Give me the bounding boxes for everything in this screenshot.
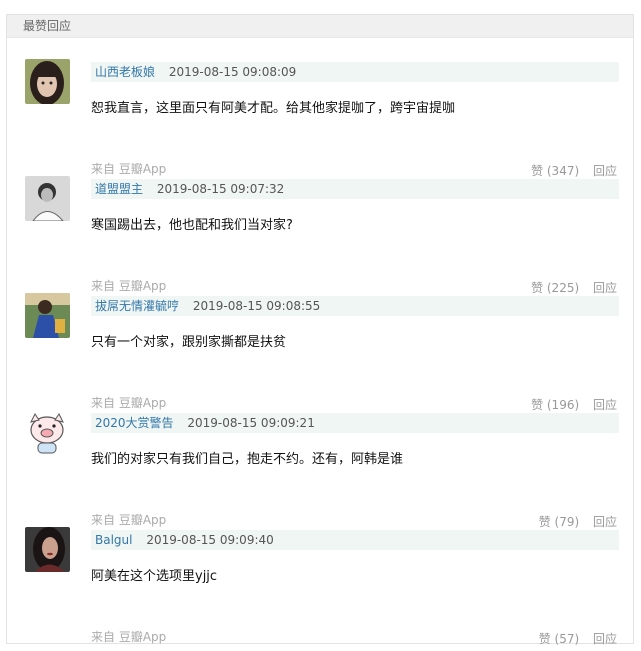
comment-meta: 道盟盟主 2019-08-15 09:07:32 xyxy=(91,179,619,199)
comment-source: 来自 豆瓣App xyxy=(91,162,167,176)
comment-source: 来自 豆瓣App xyxy=(91,513,167,527)
reply-button[interactable]: 回应 xyxy=(593,632,617,646)
avatar-girl-dark-hair-icon[interactable] xyxy=(25,59,70,104)
comment-time: 2019-08-15 09:08:55 xyxy=(192,299,321,313)
comment-time: 2019-08-15 09:09:21 xyxy=(187,416,315,430)
comment-author[interactable]: 拔屌无情灌毓哼 xyxy=(95,299,179,313)
comment-item: 2020大赏警告 2019-08-15 09:09:21 我们的对家只有我们自己… xyxy=(7,410,633,529)
comment-content: 阿美在这个选项里yjjc xyxy=(91,569,218,584)
comment-meta: 2020大赏警告 2019-08-15 09:09:21 xyxy=(91,413,619,433)
top-comments-panel: 最赞回应 山西老板娘 2019-08-15 09:08:09 恕我直言，这里面只… xyxy=(6,14,634,647)
comment-author[interactable]: 山西老板娘 xyxy=(95,65,155,79)
comment-author[interactable]: 道盟盟主 xyxy=(95,182,143,196)
avatar-girl-blue-icon[interactable] xyxy=(25,293,70,338)
comment-meta: Balgul 2019-08-15 09:09:40 xyxy=(91,530,619,550)
comment-item: 道盟盟主 2019-08-15 09:07:32 寒国踢出去，他也配和我们当对家… xyxy=(7,176,633,295)
comment-meta: 拔屌无情灌毓哼 2019-08-15 09:08:55 xyxy=(91,296,619,316)
comment-source: 来自 豆瓣App xyxy=(91,396,167,410)
comment-content: 我们的对家只有我们自己，抱走不约。还有，阿韩是谁 xyxy=(91,452,404,467)
comment-content: 只有一个对家，跟别家撕都是扶贫 xyxy=(91,335,287,350)
avatar-bw-man-icon[interactable] xyxy=(25,176,70,221)
comment-content: 恕我直言，这里面只有阿美才配。给其他家提咖了，跨宇宙提咖 xyxy=(91,101,456,116)
comment-actions: 赞 (57) 回应 xyxy=(539,630,617,647)
comment-item: Balgul 2019-08-15 09:09:40 阿美在这个选项里yjjc … xyxy=(7,527,633,647)
comment-time: 2019-08-15 09:08:09 xyxy=(168,65,297,79)
comment-time: 2019-08-15 09:09:40 xyxy=(146,533,274,547)
avatar-cartoon-pig-icon[interactable] xyxy=(25,410,70,455)
comment-time: 2019-08-15 09:07:32 xyxy=(156,182,285,196)
comment-source: 来自 豆瓣App xyxy=(91,630,167,644)
comment-meta: 山西老板娘 2019-08-15 09:08:09 xyxy=(91,62,619,82)
comment-item: 山西老板娘 2019-08-15 09:08:09 恕我直言，这里面只有阿美才配… xyxy=(7,59,633,178)
avatar-woman-dark-icon[interactable] xyxy=(25,527,70,572)
comment-author[interactable]: Balgul xyxy=(95,533,132,547)
section-title: 最赞回应 xyxy=(7,15,633,38)
like-button[interactable]: 赞 (57) xyxy=(539,632,579,646)
comment-item: 拔屌无情灌毓哼 2019-08-15 09:08:55 只有一个对家，跟别家撕都… xyxy=(7,293,633,412)
comment-content: 寒国踢出去，他也配和我们当对家? xyxy=(91,218,293,233)
comment-source: 来自 豆瓣App xyxy=(91,279,167,293)
comment-author[interactable]: 2020大赏警告 xyxy=(95,416,174,430)
